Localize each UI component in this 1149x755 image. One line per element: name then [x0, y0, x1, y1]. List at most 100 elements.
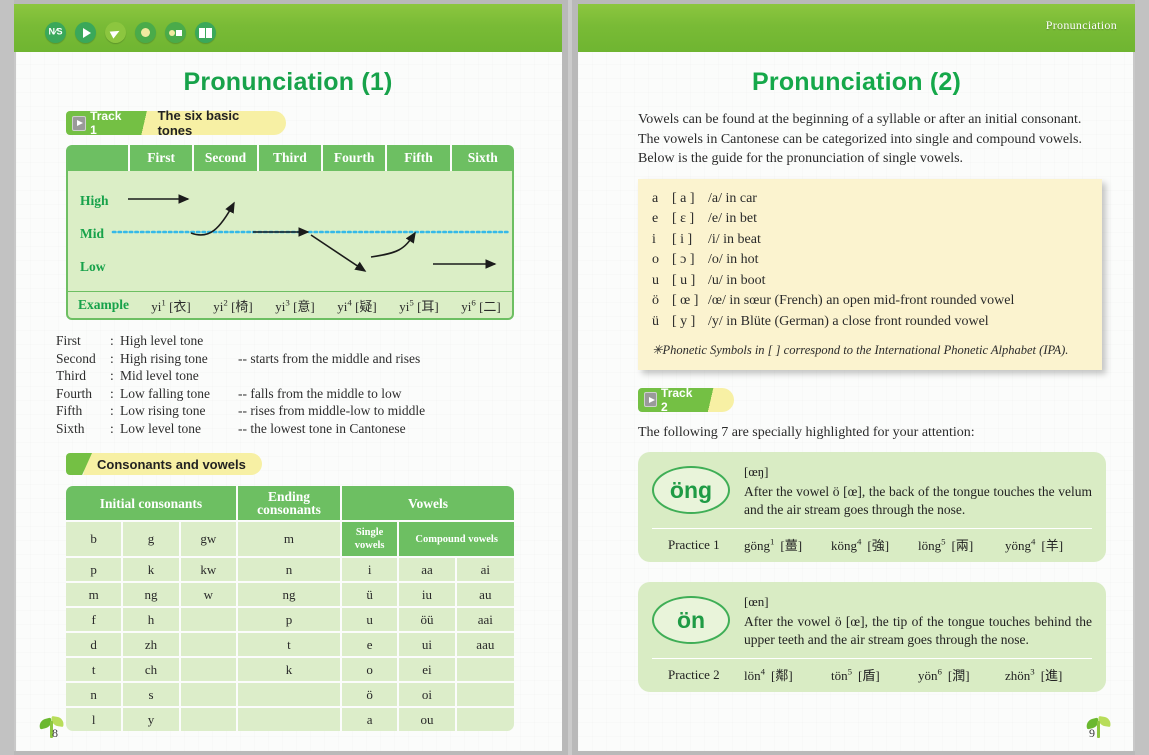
page-title-right: Pronunciation (2)	[752, 68, 961, 96]
track1-heading: The six basic tones	[151, 108, 287, 138]
cv-group-header-row: Initial consonants Ending consonants Vow…	[66, 486, 514, 522]
following-text: The following 7 are specially highlighte…	[638, 424, 975, 440]
ipa-on: [œn]	[744, 594, 769, 610]
vowel-ipa: [ ɔ ]	[672, 252, 695, 268]
vowel-row: ö [ œ ] /œ/ in sœur (French) an open mid-f…	[652, 291, 1088, 312]
page-number-right: 9	[1089, 726, 1095, 740]
highlight-box-on: ön [œn] After the vowel ö [œ], the tip o…	[638, 582, 1106, 693]
left-page-content: Pronunciation (1) Track 1 The six basic …	[14, 52, 562, 751]
pencil-icon[interactable]	[105, 22, 126, 43]
tone-col-first: First	[130, 145, 195, 171]
example-cells: yi1 [衣] yi2 [椅] yi3 [意] yi4 [疑] yi5 [耳] …	[140, 296, 512, 315]
intro-paragraph: Vowels can be found at the beginning of …	[638, 112, 1082, 166]
cv-header-initial: Initial consonants	[66, 486, 238, 522]
tone-desc-note: -- rises from middle-low to middle	[238, 403, 426, 418]
practice-item: yön6 [潤]	[918, 666, 970, 684]
vowel-ipa: [ i ]	[672, 231, 693, 247]
cv-cell: m	[237, 522, 342, 558]
cv-cell: n	[237, 558, 342, 583]
practice-item: löng5 [兩]	[918, 536, 974, 554]
track-play-icon	[72, 115, 87, 131]
ribbon-skew	[704, 387, 718, 412]
practice-item: zhön3 [進]	[1005, 666, 1063, 684]
tone-desc-num: Second	[56, 350, 96, 366]
cv-cell: d	[66, 633, 124, 658]
vowel-ipa: [ y ]	[672, 314, 696, 330]
cv-cell: kw	[180, 558, 238, 583]
track2-badge[interactable]: Track 2	[638, 386, 705, 414]
tone-desc-name: Low level tone	[120, 420, 201, 436]
vowel-letter: u	[652, 272, 659, 288]
track1-badge[interactable]: Track 1	[66, 109, 137, 137]
dot-square-icon[interactable]	[165, 22, 186, 43]
cv-cell: au	[456, 583, 514, 608]
cv-cell: ö	[341, 683, 400, 708]
table-row: f h p u öü aai	[66, 608, 514, 633]
tone-contour-chart: High Mid Low	[66, 171, 514, 291]
tone-desc-name: High rising tone	[120, 350, 208, 366]
vowel-letter: ö	[652, 293, 659, 309]
tone-desc-name: Low falling tone	[120, 385, 210, 401]
book-icon[interactable]	[195, 22, 216, 43]
tone-desc-num: Sixth	[56, 420, 85, 436]
cv-cell: y	[123, 708, 181, 731]
cv-header-ending: Ending consonants	[237, 486, 342, 522]
vowel-row: a [ a ] /a/ in car	[652, 189, 1088, 210]
cv-cell	[180, 608, 238, 633]
cv-header-vowels: Vowels	[341, 486, 514, 522]
practice-item: köng4 [強]	[831, 536, 890, 554]
symbol-ong: öng	[669, 476, 713, 503]
play-icon[interactable]	[75, 22, 96, 43]
right-page-footer: 9	[1085, 715, 1112, 741]
tone-desc-num: First	[56, 333, 81, 348]
cv-cell: i	[341, 558, 400, 583]
tone-desc-name: High level tone	[120, 333, 204, 348]
tone-desc-num: Fifth	[56, 403, 83, 418]
cv-cell: iu	[399, 583, 457, 608]
cv-cell: u	[341, 608, 400, 633]
dot-icon[interactable]	[135, 22, 156, 43]
tone-desc-note	[238, 367, 516, 385]
tone-col-third: Third	[258, 145, 323, 171]
tone-table-header: First Second Third Fourth Fifth Sixth	[66, 145, 514, 171]
track-play-icon	[644, 392, 658, 408]
description-ong: After the vowel ö [œ], the back of the t…	[744, 484, 1092, 518]
cv-cell: ü	[341, 583, 400, 608]
tone-desc-name: Low rising tone	[120, 403, 206, 418]
left-page-footer: 8	[38, 715, 65, 741]
cv-cell: öü	[399, 608, 457, 633]
cv-cell	[180, 708, 238, 731]
example-5: yi5 [耳]	[399, 297, 439, 314]
cv-cell: n	[66, 683, 124, 708]
practice-item: yöng4 [羊]	[1005, 536, 1064, 554]
tone-desc-colon: :	[110, 350, 114, 366]
vowel-ipa: [ u ]	[672, 272, 696, 288]
example-4: yi4 [疑]	[337, 297, 377, 314]
practice-label-1: Practice 1	[668, 536, 720, 552]
tone-desc-row: Third : Mid level tone	[56, 367, 516, 385]
cv-cell: aau	[456, 633, 514, 658]
tone-desc-row: Sixth : Low level tone -- the lowest ton…	[56, 420, 516, 438]
vowel-ipa: [ œ ]	[672, 293, 699, 309]
ns-compass-icon[interactable]: N⁄S	[45, 22, 66, 43]
ipa-ong: [œŋ]	[744, 464, 769, 480]
highlight-text: [œn] After the vowel ö [œ], the tip of t…	[744, 594, 1092, 649]
practice-label-2: Practice 2	[668, 666, 720, 682]
example-2: yi2 [椅]	[213, 297, 253, 314]
cv-cell	[180, 658, 238, 683]
vowel-row: ü [ y ] /y/ in Blüte (German) a close fron…	[652, 312, 1088, 333]
sprout-icon: 8	[38, 715, 65, 741]
vowel-letter: e	[652, 211, 659, 227]
right-top-band: Pronunciation	[578, 4, 1135, 52]
cv-cell: g	[123, 522, 181, 558]
vowel-row: o [ ɔ ] /o/ in hot	[652, 250, 1088, 271]
tone-desc-num: Fourth	[56, 385, 93, 401]
track1-ribbon: Track 1 The six basic tones	[66, 108, 287, 138]
practice-items-2: lön4 [鄰] tön5 [盾] yön6 [潤] zhön3 [進]	[744, 665, 1092, 684]
practice-items-1: göng1 [薑] köng4 [強] löng5 [兩] yöng4 [羊]	[744, 535, 1092, 554]
vowel-desc: /a/ in car	[708, 190, 757, 206]
vowel-letter: o	[652, 252, 659, 268]
highlight-top: ön [œn] After the vowel ö [œ], the tip o…	[652, 594, 1092, 649]
cv-cell: t	[66, 658, 124, 683]
vowel-ipa: [ ɛ ]	[672, 211, 695, 227]
